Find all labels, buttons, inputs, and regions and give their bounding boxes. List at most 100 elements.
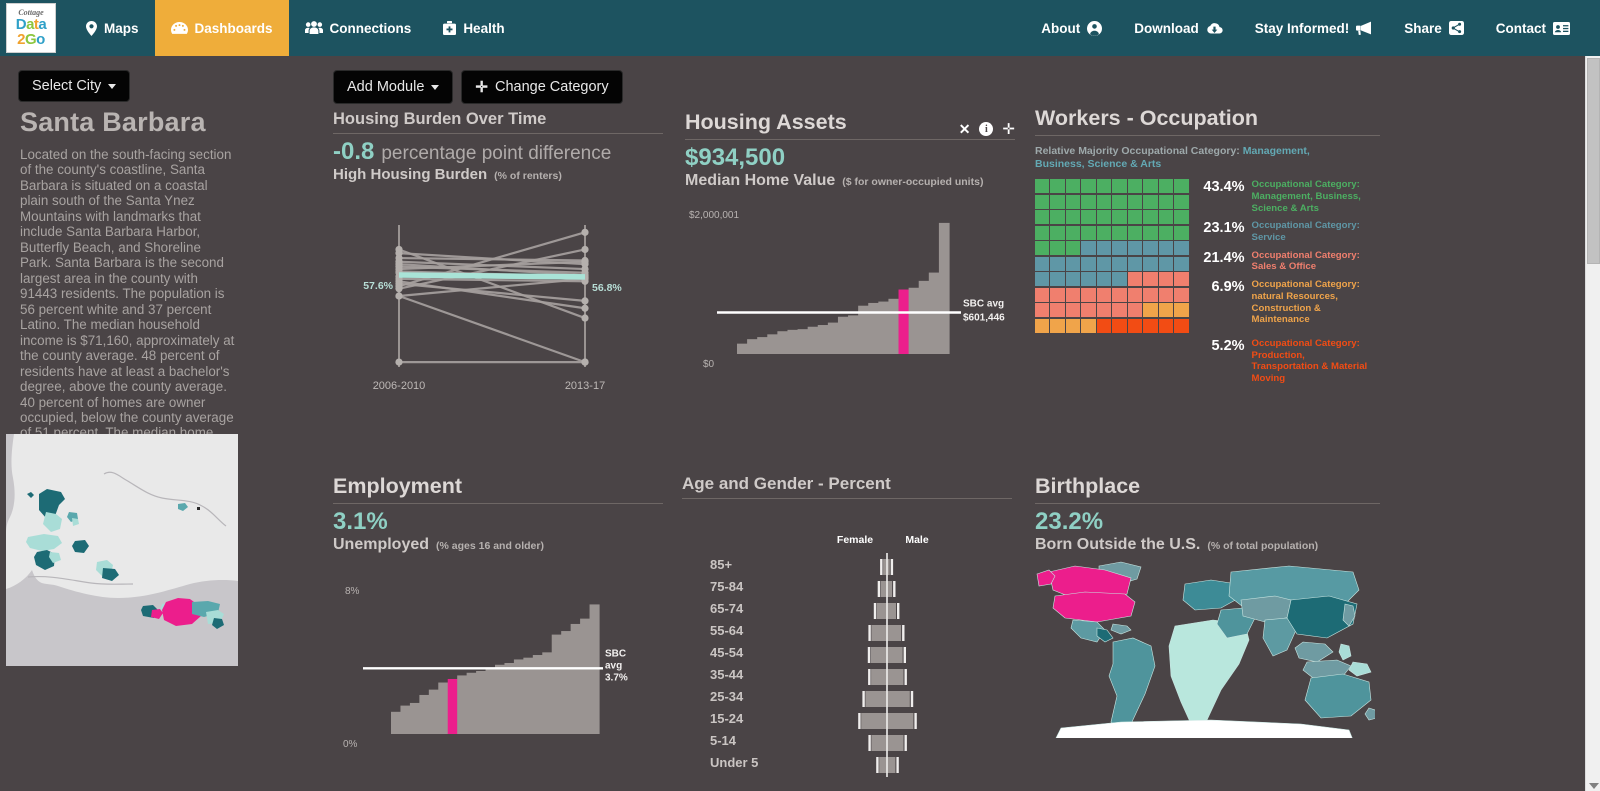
- dashboard-icon: [170, 21, 188, 35]
- add-module-button[interactable]: Add Module: [333, 70, 454, 104]
- waffle-cell: [1174, 272, 1189, 287]
- svg-text:57.6%: 57.6%: [363, 280, 393, 292]
- waffle-cell: [1112, 225, 1127, 240]
- employment-value: 3.1%: [333, 508, 388, 535]
- waffle-cell: [1143, 318, 1158, 333]
- waffle-cell: [1158, 256, 1174, 271]
- waffle-cell: [1143, 179, 1158, 194]
- occupation-legend-percent: 23.1%: [1203, 220, 1245, 237]
- waffle-cell: [1112, 272, 1127, 287]
- info-icon[interactable]: i: [979, 122, 994, 136]
- waffle-cell: [1143, 272, 1158, 287]
- map-pin-icon: [86, 20, 97, 36]
- waffle-cell: [1174, 256, 1189, 271]
- waffle-cell: [1174, 303, 1189, 318]
- waffle-cell: [1143, 225, 1158, 240]
- nav-item-contact[interactable]: Contact: [1480, 21, 1586, 36]
- waffle-cell: [1127, 194, 1143, 209]
- waffle-cell: [1127, 256, 1143, 271]
- scroll-down-arrow-icon[interactable]: [1589, 783, 1599, 789]
- waffle-cell: [1081, 225, 1096, 240]
- age-gender-pyramid-chart[interactable]: Female Male 85+ 75-84 65-74 55-64 45-54 35-44 25…: [682, 517, 1012, 791]
- waffle-cell: [1158, 272, 1174, 287]
- housing-assets-bar-chart[interactable]: $2,000,001 $0 SBC avg $601,446: [685, 202, 1015, 502]
- waffle-cell: [1127, 287, 1143, 302]
- svg-text:85+: 85+: [710, 557, 732, 572]
- nav-item-share[interactable]: Share: [1388, 21, 1480, 36]
- module-employment: Employment 3.1% Unemployed (% ages 16 an…: [333, 474, 663, 791]
- module-age-gender: Age and Gender - Percent Female Male 85+ 75…: [682, 474, 1012, 791]
- scrollbar-thumb[interactable]: [1587, 58, 1600, 264]
- svg-text:Male: Male: [905, 534, 929, 546]
- waffle-cell: [1065, 287, 1081, 302]
- svg-text:65-74: 65-74: [710, 601, 744, 616]
- svg-text:0%: 0%: [343, 739, 358, 750]
- housing-burden-metric: High Housing Burden: [333, 165, 488, 183]
- svg-text:Under 5: Under 5: [710, 755, 758, 770]
- map-country-philippines: [1338, 643, 1352, 660]
- waffle-cell: [1065, 272, 1081, 287]
- svg-text:$2,000,001: $2,000,001: [689, 210, 739, 221]
- city-description: Located on the south-facing section of t…: [20, 147, 235, 471]
- svg-text:$0: $0: [703, 359, 715, 370]
- medical-kit-icon: [443, 21, 457, 35]
- nav-item-download[interactable]: Download: [1118, 21, 1239, 36]
- birthplace-unit: (% of total population): [1207, 539, 1319, 552]
- waffle-cell: [1065, 194, 1081, 209]
- nav-item-dashboards[interactable]: Dashboards: [154, 0, 289, 56]
- waffle-cell: [1112, 194, 1127, 209]
- waffle-cell: [1112, 318, 1127, 333]
- nav-item-health[interactable]: Health: [427, 0, 520, 56]
- nav-item-about[interactable]: About: [1025, 20, 1118, 36]
- occupation-waffle-chart[interactable]: [1035, 179, 1189, 389]
- close-icon[interactable]: ✕: [959, 121, 971, 138]
- map-country-new-zealand: [1364, 707, 1378, 720]
- waffle-cell: [1096, 287, 1112, 302]
- svg-text:45-54: 45-54: [710, 645, 744, 660]
- waffle-cell: [1096, 256, 1112, 271]
- waffle-cell: [1174, 210, 1189, 225]
- map-country-central-america: [1096, 627, 1114, 642]
- housing-assets-unit: ($ for owner-occupied units): [842, 175, 984, 188]
- svg-text:8%: 8%: [345, 586, 360, 597]
- nav-label-dashboards: Dashboards: [194, 20, 273, 36]
- occupation-legend-label: Occupational Category: Sales & Office: [1251, 249, 1360, 273]
- vertical-scrollbar[interactable]: [1585, 56, 1600, 791]
- waffle-cell: [1050, 210, 1065, 225]
- birthplace-world-map[interactable]: [1035, 558, 1378, 740]
- waffle-cell: [1143, 210, 1158, 225]
- nav-item-connections[interactable]: Connections: [289, 0, 428, 56]
- page-title: Santa Barbara: [20, 107, 206, 137]
- employment-bar-chart[interactable]: 8% 0% SBCavg3.7%: [333, 574, 663, 791]
- logo-line-data: Data: [15, 16, 47, 33]
- change-category-button[interactable]: ✛ Change Category: [461, 70, 623, 104]
- occupation-legend-percent: 5.2%: [1211, 337, 1245, 354]
- svg-text:2013-17: 2013-17: [565, 380, 605, 392]
- map-country-australia: [1304, 673, 1372, 718]
- occupation-legend-label: Occupational Category: Service: [1251, 220, 1360, 244]
- cloud-download-icon: [1206, 22, 1223, 35]
- nav-label-connections: Connections: [329, 20, 412, 36]
- waffle-cell: [1158, 241, 1174, 256]
- change-category-label: Change Category: [494, 79, 609, 95]
- occupation-legend-row: 21.4% Occupational Category: Sales & Offi…: [1199, 250, 1372, 273]
- waffle-cell: [1035, 179, 1050, 194]
- select-city-button[interactable]: Select City: [18, 70, 131, 102]
- move-icon[interactable]: ✛: [1002, 120, 1015, 138]
- nav-item-stay-informed[interactable]: Stay Informed!: [1239, 21, 1389, 36]
- waffle-cell: [1112, 287, 1127, 302]
- waffle-cell: [1158, 225, 1174, 240]
- waffle-cell: [1127, 241, 1143, 256]
- county-mini-map[interactable]: [6, 434, 238, 666]
- waffle-cell: [1081, 318, 1096, 333]
- waffle-cell: [1096, 179, 1112, 194]
- site-logo[interactable]: Cottage Data 2Go: [6, 3, 56, 53]
- housing-burden-value: -0.8: [333, 138, 375, 165]
- occupation-legend-row: 5.2% Occupational Category: Production, T…: [1199, 338, 1372, 385]
- waffle-cell: [1127, 225, 1143, 240]
- nav-item-maps[interactable]: Maps: [70, 0, 155, 56]
- waffle-cell: [1050, 225, 1065, 240]
- chevron-down-icon: [108, 83, 117, 89]
- occupation-legend-percent: 6.9%: [1211, 279, 1245, 296]
- waffle-cell: [1127, 179, 1143, 194]
